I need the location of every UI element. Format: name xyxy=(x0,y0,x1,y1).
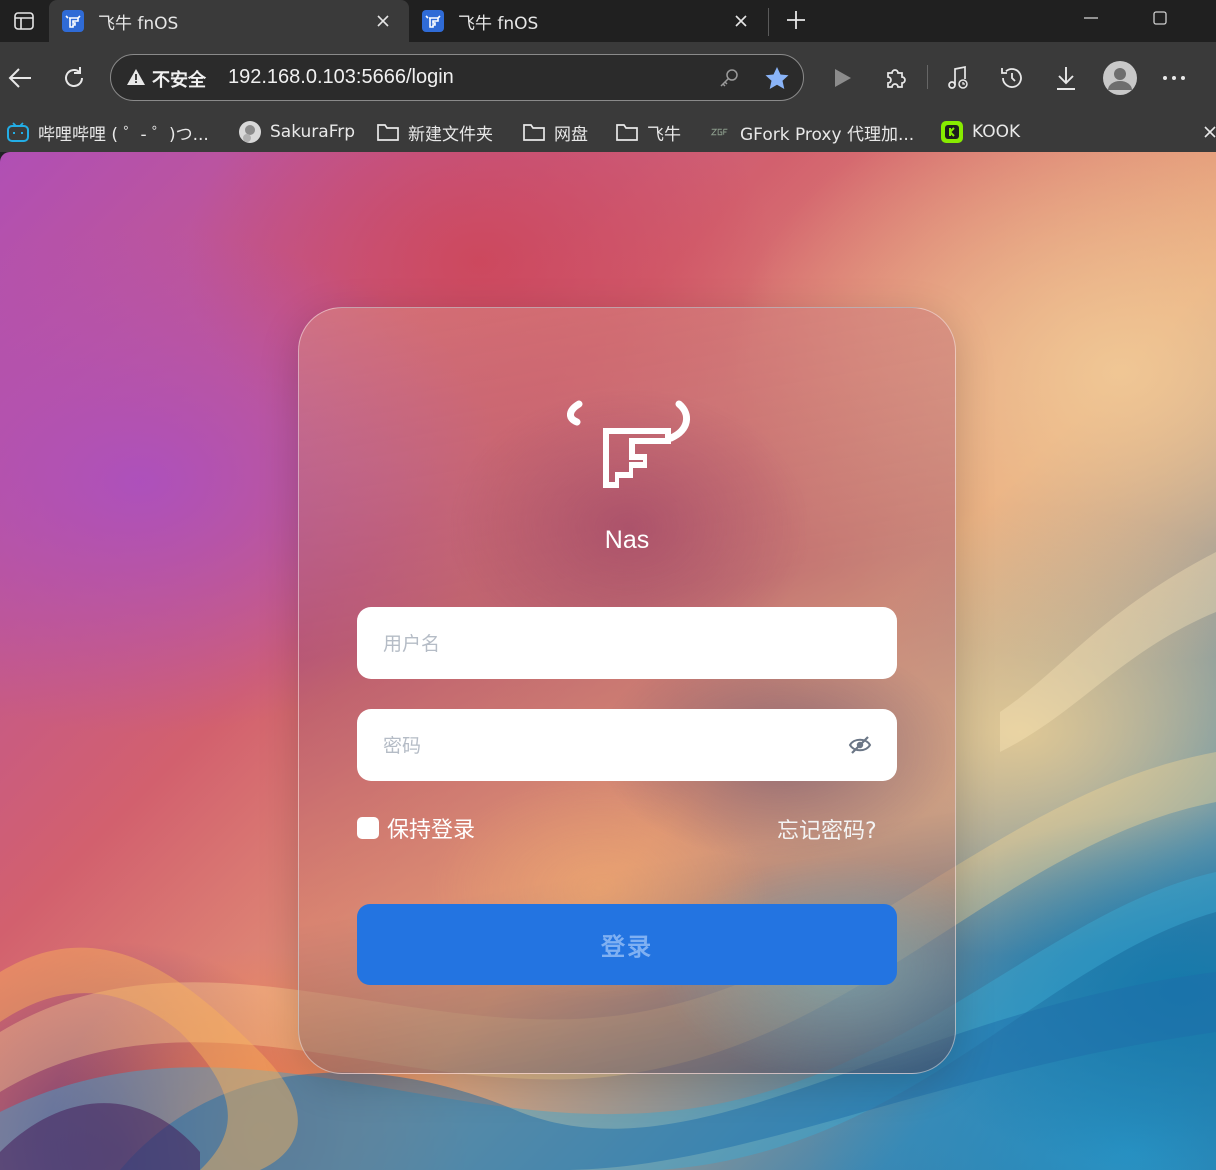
bookmark-label: 网盘 xyxy=(554,124,588,145)
tab-close-icon[interactable] xyxy=(373,11,393,31)
folder-icon xyxy=(376,120,400,144)
close-icon[interactable] xyxy=(1200,120,1216,144)
play-icon xyxy=(835,69,851,87)
remember-me-checkbox[interactable]: 保持登录 xyxy=(357,813,475,843)
forgot-password-link[interactable]: 忘记密码? xyxy=(777,813,897,844)
warning-icon[interactable] xyxy=(125,66,147,88)
maximize-icon xyxy=(1153,11,1167,25)
eye-slash-icon[interactable] xyxy=(847,733,873,757)
media-control-button[interactable] xyxy=(942,62,974,94)
tab-title: 飞牛 fnOS xyxy=(458,13,539,34)
username-field[interactable] xyxy=(357,607,897,681)
arrow-left-icon xyxy=(8,68,31,88)
bookmark-netdisk[interactable]: 网盘 xyxy=(522,118,588,146)
puzzle-icon xyxy=(887,69,906,88)
tab-close-icon[interactable] xyxy=(731,11,751,31)
bilibili-icon xyxy=(6,120,30,144)
back-button[interactable] xyxy=(4,62,36,94)
bookmark-label: GFork Proxy 代理加... xyxy=(740,124,915,145)
bookmark-sakurafrp[interactable]: SakuraFrp xyxy=(238,118,355,146)
address-bar[interactable]: 不安全 192.168.0.103:5666/login xyxy=(110,54,804,101)
tab-actions-button[interactable] xyxy=(0,0,48,42)
fnos-favicon-icon xyxy=(422,10,444,32)
url-text[interactable]: 192.168.0.103:5666/login xyxy=(228,66,454,89)
more-menu-button[interactable] xyxy=(1158,62,1190,94)
browser-toolbar: 不安全 192.168.0.103:5666/login xyxy=(0,42,1216,112)
download-icon xyxy=(1057,67,1075,90)
bookmarks-bar: 哔哩哔哩 ( ゜- ゜)つ... SakuraFrp 新建文件夹 网盘 飞牛 G… xyxy=(0,112,1216,152)
folder-icon xyxy=(522,120,546,144)
reload-button[interactable] xyxy=(58,62,90,94)
login-card: Nas 保持登录 忘记密码? 登录 xyxy=(298,307,956,1074)
tab-fnos-1[interactable]: 飞牛 fnOS xyxy=(49,0,409,42)
tab-divider xyxy=(768,8,769,36)
login-button[interactable]: 登录 xyxy=(357,904,897,985)
security-status-label[interactable]: 不安全 xyxy=(152,66,206,92)
bookmark-label: 新建文件夹 xyxy=(408,124,493,145)
minimize-icon xyxy=(1084,17,1098,19)
extensions-button[interactable] xyxy=(880,62,912,94)
tab-fnos-2[interactable]: 飞牛 fnOS xyxy=(409,0,767,42)
maximize-button[interactable] xyxy=(1145,4,1175,32)
bookmark-feiniu[interactable]: 飞牛 xyxy=(615,118,681,146)
bookmark-kook[interactable]: KOOK xyxy=(940,118,1020,146)
bookmark-label: SakuraFrp xyxy=(270,122,356,142)
toolbar-divider xyxy=(927,65,928,89)
fnos-bull-logo-icon xyxy=(567,400,690,488)
music-note-icon xyxy=(948,65,968,89)
history-button[interactable] xyxy=(996,62,1028,94)
kook-icon xyxy=(940,120,964,144)
avatar-icon xyxy=(1103,61,1137,95)
downloads-button[interactable] xyxy=(1050,62,1082,94)
profile-button[interactable] xyxy=(1100,58,1140,98)
more-horizontal-icon xyxy=(1163,76,1185,80)
avatar-icon xyxy=(238,120,262,144)
checkbox-box[interactable] xyxy=(357,817,379,839)
reload-icon xyxy=(65,67,83,87)
login-page: Nas 保持登录 忘记密码? 登录 xyxy=(0,152,1216,1170)
bookmark-label: KOOK xyxy=(972,122,1021,142)
read-aloud-button[interactable] xyxy=(826,62,858,94)
username-input[interactable] xyxy=(381,607,845,681)
tab-title: 飞牛 fnOS xyxy=(98,13,179,34)
bookmark-label: 哔哩哔哩 ( ゜- ゜)つ... xyxy=(38,124,209,145)
remember-me-label[interactable]: 保持登录 xyxy=(387,812,475,844)
tab-actions-icon xyxy=(14,12,34,30)
favorite-star-icon[interactable] xyxy=(763,65,791,91)
history-icon xyxy=(1001,68,1022,88)
password-field[interactable] xyxy=(357,709,897,783)
password-input[interactable] xyxy=(381,709,845,783)
minimize-button[interactable] xyxy=(1076,4,1106,32)
key-icon[interactable] xyxy=(717,66,741,90)
bookmark-gfork-proxy[interactable]: GFork Proxy 代理加... xyxy=(708,118,914,146)
plus-icon xyxy=(787,11,805,29)
new-tab-button[interactable] xyxy=(782,6,810,34)
folder-icon xyxy=(615,120,639,144)
bookmark-new-folder[interactable]: 新建文件夹 xyxy=(376,118,493,146)
server-name: Nas xyxy=(604,526,650,554)
bookmark-bilibili[interactable]: 哔哩哔哩 ( ゜- ゜)つ... xyxy=(6,118,209,146)
bookmark-label: 飞牛 xyxy=(647,124,681,145)
zgf-icon xyxy=(708,120,732,144)
tab-strip: 飞牛 fnOS 飞牛 fnOS xyxy=(0,0,1216,42)
fnos-favicon-icon xyxy=(62,10,84,32)
